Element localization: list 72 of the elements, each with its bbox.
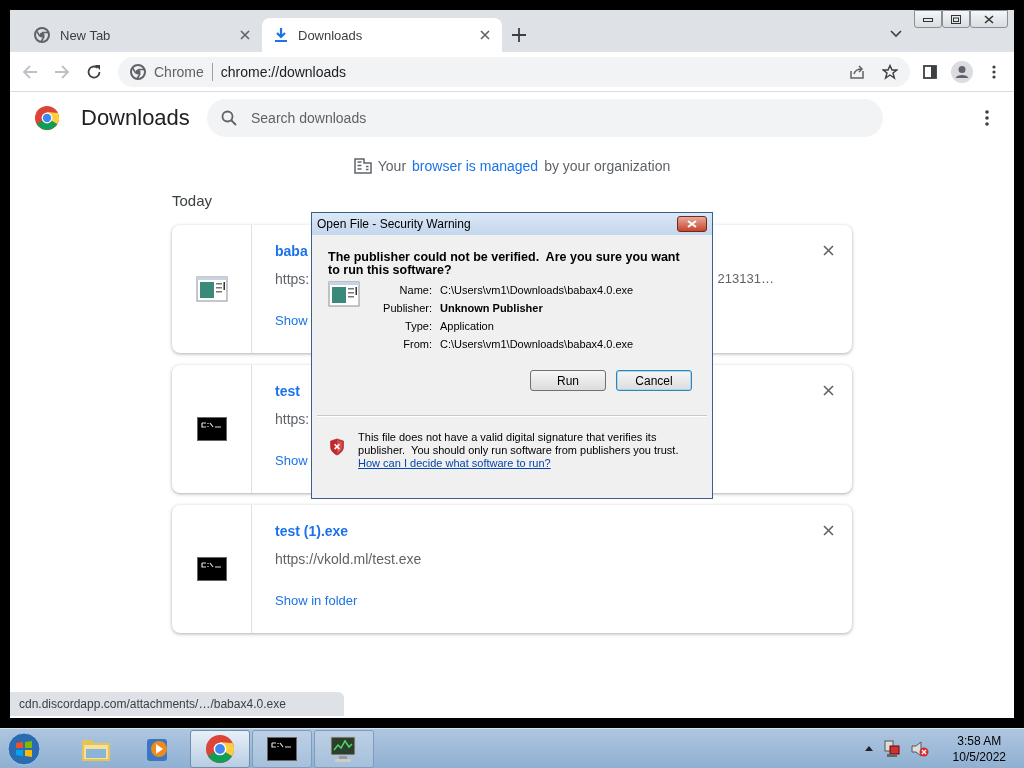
application-icon — [195, 276, 228, 302]
building-icon — [353, 158, 372, 174]
restore-icon — [951, 14, 961, 24]
url-text: chrome://downloads — [220, 63, 348, 80]
managed-notice: Your — [377, 158, 407, 174]
dialog-title: Open File - Security Warning — [317, 217, 471, 231]
browser-tab[interactable]: Downloads — [262, 18, 502, 52]
reload-icon[interactable] — [86, 63, 102, 80]
close-button[interactable] — [970, 10, 1008, 28]
chevron-down-icon[interactable] — [890, 30, 902, 38]
dialog-button[interactable]: Run — [530, 370, 606, 391]
share-icon[interactable] — [849, 63, 865, 80]
search-field[interactable]: Search downloads — [207, 99, 883, 137]
download-icon — [274, 27, 288, 43]
show-in-folder-link[interactable]: Show — [275, 313, 308, 328]
minimize-icon — [923, 16, 933, 22]
address-bar[interactable]: Chrome chrome://downloads — [118, 56, 910, 87]
source-url: 213131… — [717, 271, 774, 287]
taskbar-button[interactable] — [252, 729, 312, 768]
site-label: Chrome — [154, 63, 204, 80]
muted-speaker-icon[interactable] — [910, 739, 929, 758]
chrome-logo-icon — [35, 106, 59, 130]
dialog-close-button[interactable] — [677, 216, 707, 232]
console-icon — [196, 417, 227, 441]
field-value: Application — [440, 320, 495, 332]
show-in-folder-link[interactable]: Show — [275, 453, 308, 468]
file-name-link[interactable]: test — [275, 383, 300, 399]
network-icon[interactable] — [882, 739, 901, 758]
chrome-icon — [206, 734, 234, 763]
close-icon — [984, 14, 994, 24]
managed-notice: by your organization — [544, 158, 671, 174]
field-value: C:\Users\vm1\Downloads\babax4.0.exe — [440, 338, 634, 350]
source-url: https: — [275, 271, 310, 287]
restore-button[interactable] — [942, 10, 970, 28]
managed-link[interactable]: browser is managed — [412, 158, 539, 174]
close-icon — [687, 220, 697, 228]
help-link[interactable]: How can I decide what software to run? — [358, 457, 551, 469]
show-hidden-icons-icon[interactable] — [864, 746, 873, 751]
windows-logo-icon — [7, 731, 41, 766]
monitor-icon — [329, 734, 359, 763]
warning-text: This file does not have a valid digital signature that verifies its publisher. You should only run software from publishers you trust. — [358, 431, 680, 457]
section-heading: Today — [172, 192, 214, 209]
browser-tab[interactable]: New Tab — [22, 18, 262, 52]
side-panel-icon[interactable] — [922, 63, 938, 80]
show-in-folder-link[interactable]: Show in folder — [275, 593, 358, 608]
field-label: Name: — [398, 284, 432, 296]
new-tab-icon[interactable] — [512, 28, 526, 42]
profile-avatar-icon[interactable] — [951, 60, 973, 83]
file-name-link[interactable]: baba — [275, 243, 308, 259]
star-icon[interactable] — [882, 63, 898, 80]
chrome-icon — [130, 63, 146, 80]
more-menu-icon[interactable] — [985, 110, 989, 126]
field-label: Type: — [404, 320, 432, 332]
clock-date: 10/5/2022 — [952, 748, 1006, 765]
minimize-button[interactable] — [914, 10, 942, 28]
console-icon — [267, 736, 297, 761]
status-bubble: cdn.discordapp.com/attachments/…/babax4.0.exe — [10, 692, 344, 716]
field-label: Publisher: — [382, 302, 432, 314]
field-value: Unknown Publisher — [440, 302, 544, 314]
field-value: C:\Users\vm1\Downloads\babax4.0.exe — [440, 284, 634, 296]
file-name-link[interactable]: test (1).exe — [275, 523, 349, 539]
clock-time: 3:58 AM — [957, 732, 1002, 749]
console-icon — [196, 557, 227, 581]
source-url: https: — [275, 411, 310, 427]
taskbar-button[interactable] — [314, 729, 374, 768]
chrome-icon — [34, 27, 50, 43]
search-icon — [221, 110, 237, 126]
dialog-heading: The publisher could not be verified. Are you sure you want to run this software? — [327, 249, 681, 277]
dialog-button[interactable]: Cancel — [616, 370, 692, 391]
application-icon — [328, 281, 360, 307]
source-url: https://vkold.ml/test.exe — [275, 551, 422, 567]
field-label: From: — [402, 338, 432, 350]
